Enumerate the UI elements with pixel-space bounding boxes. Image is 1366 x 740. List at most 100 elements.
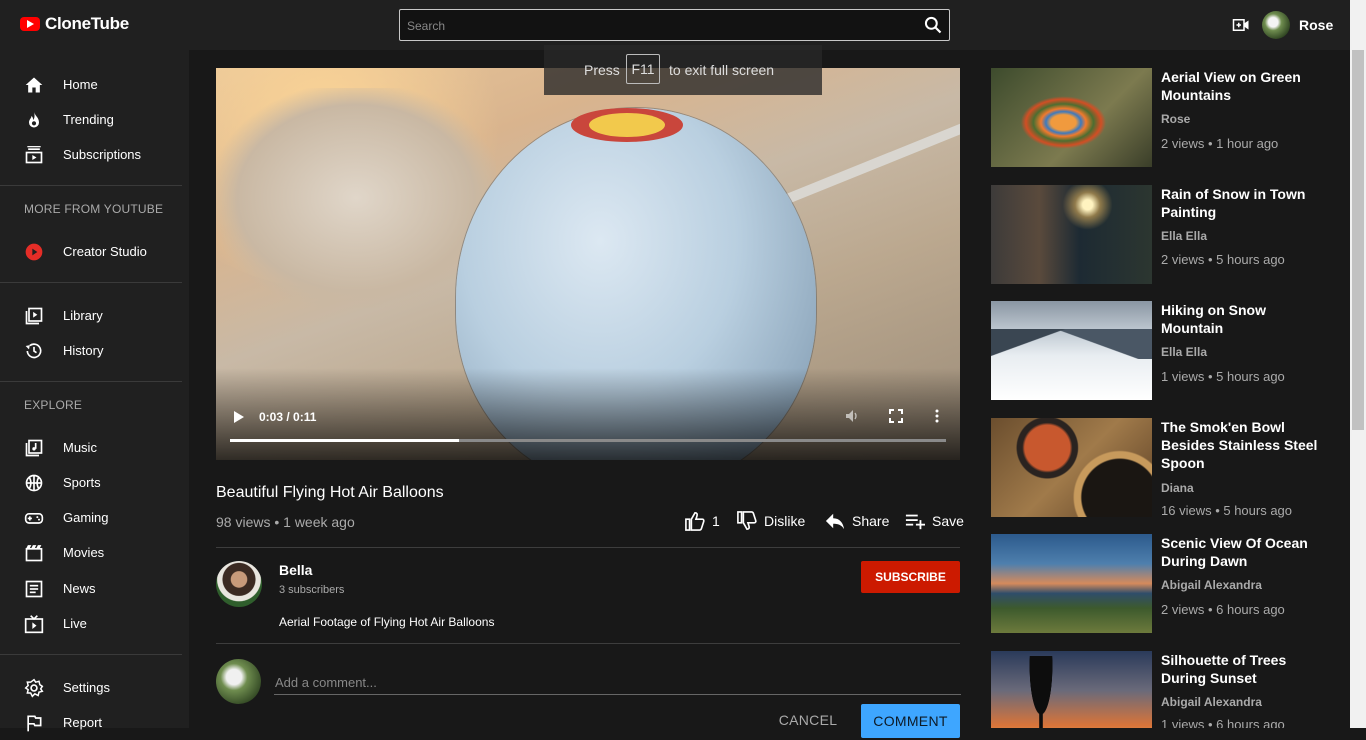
search-icon[interactable]	[923, 15, 943, 35]
sidebar-item-news[interactable]: News	[0, 571, 182, 606]
dislike-label: Dislike	[764, 513, 806, 529]
video-progress-bar[interactable]	[230, 439, 946, 442]
divider	[216, 547, 960, 548]
fullscreen-notice-press: Press	[584, 62, 620, 78]
save-button[interactable]: Save	[904, 511, 964, 531]
channel-avatar[interactable]	[216, 561, 262, 607]
related-video-title[interactable]: Silhouette of Trees During Sunset	[1161, 651, 1331, 687]
comment-input[interactable]	[274, 670, 961, 695]
sidebar-item-library[interactable]: Library	[0, 298, 182, 333]
sidebar-item-live[interactable]: Live	[0, 606, 182, 641]
scrollbar-thumb[interactable]	[1352, 50, 1364, 430]
cancel-button[interactable]: CANCEL	[770, 705, 846, 735]
related-video-channel[interactable]: Ella Ella	[1161, 345, 1207, 359]
video-thumbnail[interactable]	[991, 418, 1152, 517]
play-icon[interactable]	[233, 411, 245, 423]
sidebar-item-home[interactable]: Home	[0, 67, 182, 102]
playlist-add-icon	[905, 514, 925, 530]
sidebar-item-settings[interactable]: Settings	[0, 670, 182, 705]
sidebar: Home Trending Subscriptions MORE FROM YO…	[0, 50, 189, 732]
related-video-meta: 2 views • 5 hours ago	[1161, 252, 1285, 267]
video-thumbnail[interactable]	[991, 534, 1152, 633]
related-video-title[interactable]: Scenic View Of Ocean During Dawn	[1161, 534, 1331, 570]
top-bar: CloneTube Rose	[0, 0, 1350, 50]
sidebar-item-label: News	[63, 581, 96, 596]
sidebar-item-label: Creator Studio	[63, 244, 147, 259]
sidebar-item-gaming[interactable]: Gaming	[0, 500, 182, 535]
sidebar-item-label: Trending	[63, 112, 114, 127]
divider	[0, 381, 182, 382]
related-video[interactable]: Scenic View Of Ocean During Dawn Abigail…	[991, 534, 1336, 634]
share-button[interactable]: Share	[824, 511, 889, 531]
related-video-meta: 2 views • 1 hour ago	[1161, 136, 1279, 151]
related-video-title[interactable]: Aerial View on Green Mountains	[1161, 68, 1331, 104]
home-icon	[25, 77, 43, 93]
flame-icon	[29, 111, 39, 128]
related-video-title[interactable]: Hiking on Snow Mountain	[1161, 301, 1331, 337]
dislike-button[interactable]: Dislike	[736, 511, 805, 531]
sidebar-item-trending[interactable]: Trending	[0, 102, 182, 137]
save-label: Save	[932, 513, 964, 529]
sidebar-item-label: Library	[63, 308, 103, 323]
divider	[216, 643, 960, 644]
sidebar-item-label: Gaming	[63, 510, 109, 525]
related-video-title[interactable]: Rain of Snow in Town Painting	[1161, 185, 1331, 221]
sidebar-item-history[interactable]: History	[0, 333, 182, 368]
share-icon	[825, 513, 845, 530]
video-thumbnail[interactable]	[991, 651, 1152, 728]
video-thumbnail[interactable]	[991, 301, 1152, 400]
related-video[interactable]: Silhouette of Trees During Sunset Abigai…	[991, 651, 1336, 728]
related-video-title[interactable]: The Smok'en Bowl Besides Stainless Steel…	[1161, 418, 1331, 472]
app-name: CloneTube	[45, 14, 129, 33]
sidebar-item-sports[interactable]: Sports	[0, 465, 182, 500]
gaming-icon	[24, 513, 44, 524]
flag-icon	[27, 715, 42, 732]
thumbs-down-icon	[737, 511, 757, 531]
comment-button[interactable]: COMMENT	[861, 704, 960, 738]
related-video[interactable]: The Smok'en Bowl Besides Stainless Steel…	[991, 418, 1336, 518]
related-video-meta: 2 views • 6 hours ago	[1161, 602, 1285, 617]
video-thumbnail[interactable]	[991, 185, 1152, 284]
sidebar-item-label: Subscriptions	[63, 147, 142, 162]
divider	[0, 282, 182, 283]
related-video-channel[interactable]: Abigail Alexandra	[1161, 578, 1262, 592]
related-video-channel[interactable]: Abigail Alexandra	[1161, 695, 1262, 709]
app-logo[interactable]: CloneTube	[20, 14, 129, 34]
related-video-channel[interactable]: Ella Ella	[1161, 229, 1207, 243]
create-video-icon[interactable]	[1232, 16, 1250, 34]
search-box	[399, 9, 950, 42]
sidebar-item-report[interactable]: Report	[0, 705, 182, 740]
live-icon	[24, 615, 44, 634]
sidebar-item-subscriptions[interactable]: Subscriptions	[0, 137, 182, 172]
logo-play-icon	[20, 17, 40, 31]
sports-icon	[25, 474, 43, 492]
music-icon	[25, 439, 43, 457]
sidebar-item-label: Music	[63, 440, 97, 455]
more-vertical-icon[interactable]	[933, 409, 941, 423]
video-title: Beautiful Flying Hot Air Balloons	[216, 484, 444, 501]
channel-subscribers: 3 subscribers	[279, 584, 345, 596]
subscribe-button[interactable]: SUBSCRIBE	[861, 561, 960, 593]
sidebar-item-creator-studio[interactable]: Creator Studio	[0, 234, 182, 269]
sidebar-item-label: Home	[63, 77, 98, 92]
related-video-channel[interactable]: Rose	[1161, 112, 1190, 126]
volume-icon[interactable]	[845, 409, 859, 423]
like-button[interactable]: 1	[684, 511, 720, 531]
section-title-explore: EXPLORE	[24, 398, 83, 412]
video-thumbnail[interactable]	[991, 68, 1152, 167]
search-input[interactable]	[400, 10, 919, 42]
sidebar-item-label: Movies	[63, 545, 105, 560]
sidebar-item-music[interactable]: Music	[0, 430, 182, 465]
channel-name[interactable]: Bella	[279, 562, 312, 578]
user-avatar[interactable]	[1262, 11, 1290, 39]
sidebar-item-movies[interactable]: Movies	[0, 535, 182, 570]
related-video-channel[interactable]: Diana	[1161, 481, 1194, 495]
fullscreen-icon[interactable]	[889, 409, 903, 423]
related-video[interactable]: Aerial View on Green Mountains Rose 2 vi…	[991, 68, 1336, 168]
related-video[interactable]: Hiking on Snow Mountain Ella Ella 1 view…	[991, 301, 1336, 401]
related-video[interactable]: Rain of Snow in Town Painting Ella Ella …	[991, 185, 1336, 285]
video-player[interactable]: 0:03 / 0:11	[216, 68, 960, 460]
section-title-more: MORE FROM YOUTUBE	[24, 202, 164, 216]
fullscreen-notice-key: F11	[626, 54, 660, 84]
username[interactable]: Rose	[1299, 17, 1333, 33]
